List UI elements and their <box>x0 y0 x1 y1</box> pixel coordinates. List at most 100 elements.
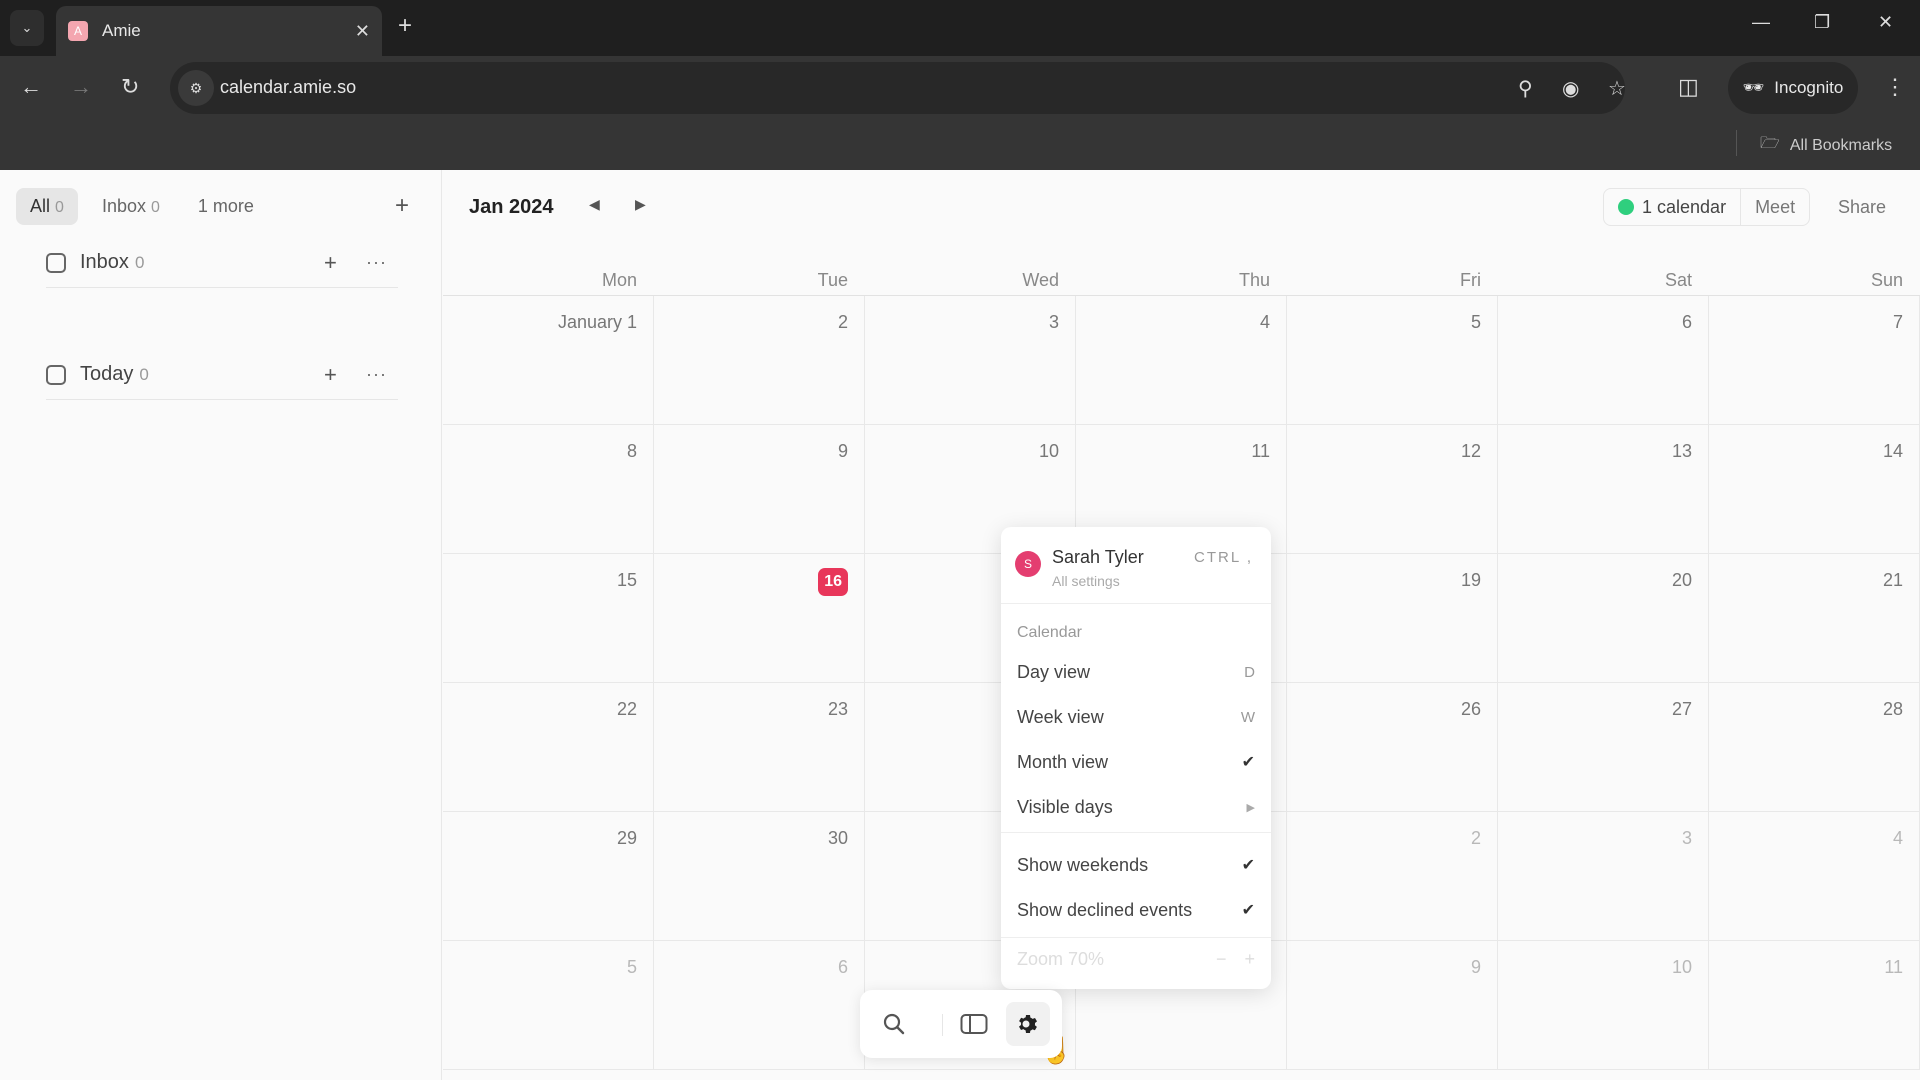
day-cell[interactable]: 4 <box>1076 296 1287 425</box>
reload-icon[interactable]: ↻ <box>121 74 139 100</box>
menu-item-show-weekends[interactable]: Show weekends ✔ <box>1017 849 1255 881</box>
day-cell[interactable]: 2 <box>654 296 865 425</box>
day-cell[interactable]: 27 <box>1498 683 1709 812</box>
gear-icon <box>1019 1015 1037 1033</box>
close-tab-icon[interactable]: ✕ <box>355 21 370 42</box>
tab-title: Amie <box>102 21 141 40</box>
date-number: 3 <box>1048 312 1059 332</box>
menu-item-day-view[interactable]: Day view D <box>1017 656 1255 688</box>
menu-item-show-declined-events[interactable]: Show declined events ✔ <box>1017 894 1255 926</box>
day-cell[interactable]: 29 <box>443 812 654 941</box>
inbox-more-button[interactable]: ··· <box>366 252 387 273</box>
date-number: 11 <box>1884 957 1903 977</box>
date-number: 2 <box>837 312 848 332</box>
menu-item-zoom[interactable]: Zoom 70% − + <box>1017 943 1255 975</box>
meet-button[interactable]: Meet <box>1740 189 1809 225</box>
day-cell[interactable]: 20 <box>1498 554 1709 683</box>
date-number: 13 <box>1671 441 1692 461</box>
eye-off-icon[interactable]: ◉ <box>1562 76 1579 101</box>
add-today-item-button[interactable]: + <box>324 362 337 388</box>
sidebar-tab-more[interactable]: 1 more <box>184 188 268 225</box>
day-cell[interactable]: 3 <box>1498 812 1709 941</box>
date-number: 5 <box>626 957 637 977</box>
day-cell[interactable]: 11 <box>1709 941 1920 1070</box>
day-cell[interactable]: 2 <box>1287 812 1498 941</box>
forward-icon[interactable]: → <box>70 74 92 100</box>
day-cell[interactable]: 15 <box>443 554 654 683</box>
amie-favicon-icon: A <box>68 21 88 41</box>
day-cell[interactable]: 12 <box>1287 425 1498 554</box>
new-tab-button[interactable]: + <box>398 12 412 40</box>
day-cell[interactable]: 28 <box>1709 683 1920 812</box>
settings-button[interactable] <box>1006 1002 1050 1046</box>
amie-app: All 0 Inbox 0 1 more + Inbox 0 + ··· Tod… <box>0 170 1920 1080</box>
day-cell[interactable]: 5 <box>1287 296 1498 425</box>
day-cell[interactable]: 6 <box>654 941 865 1070</box>
day-cell[interactable]: 4 <box>1709 812 1920 941</box>
day-cell[interactable]: 3 <box>865 296 1076 425</box>
next-month-button[interactable]: ▶ <box>635 196 646 213</box>
user-settings-item[interactable]: S Sarah Tyler All settings CTRL , <box>1015 543 1259 591</box>
day-cell[interactable]: 5 <box>443 941 654 1070</box>
side-panel-icon[interactable]: ◫ <box>1678 74 1699 100</box>
date-number: 29 <box>616 828 637 848</box>
star-icon[interactable]: ☆ <box>1608 76 1626 101</box>
tab-search-button[interactable]: ⌄ <box>10 10 44 46</box>
browser-menu-icon[interactable]: ⋮ <box>1884 74 1906 100</box>
incognito-badge[interactable]: 🕶 Incognito <box>1728 62 1858 114</box>
day-cell[interactable]: 13 <box>1498 425 1709 554</box>
day-cell[interactable]: 14 <box>1709 425 1920 554</box>
menu-item-month-view[interactable]: Month view ✔ <box>1017 746 1255 778</box>
back-icon[interactable]: ← <box>20 74 42 100</box>
zoom-in-button[interactable]: + <box>1244 949 1255 970</box>
day-cell[interactable]: 6 <box>1498 296 1709 425</box>
location-icon[interactable]: ⚲ <box>1518 76 1533 101</box>
day-cell[interactable]: 26 <box>1287 683 1498 812</box>
date-number: 4 <box>1259 312 1270 332</box>
menu-item-visible-days[interactable]: Visible days ▶ <box>1017 791 1255 823</box>
day-cell[interactable]: 23 <box>654 683 865 812</box>
day-cell[interactable]: 19 <box>1287 554 1498 683</box>
day-cell[interactable]: 22 <box>443 683 654 812</box>
date-number: 3 <box>1681 828 1692 848</box>
all-bookmarks-button[interactable]: 🗁 All Bookmarks <box>1760 132 1892 159</box>
day-cell[interactable]: 21 <box>1709 554 1920 683</box>
toolbar-divider <box>942 1014 943 1036</box>
browser-tab[interactable]: A Amie ✕ <box>56 6 382 56</box>
sidebar-section-inbox[interactable]: Inbox 0 + ··· <box>46 238 398 288</box>
sidebar-tab-all[interactable]: All 0 <box>16 188 78 225</box>
weekday-label: Mon <box>601 270 637 290</box>
sidebar-section-today[interactable]: Today 0 + ··· <box>46 350 398 400</box>
day-cell[interactable]: 9 <box>654 425 865 554</box>
weekday-label: Thu <box>1238 270 1270 290</box>
day-cell[interactable]: 30 <box>654 812 865 941</box>
day-cell[interactable]: 7 <box>1709 296 1920 425</box>
close-window-icon[interactable]: ✕ <box>1878 12 1893 33</box>
day-cell[interactable]: January 1 <box>443 296 654 425</box>
day-cell[interactable]: 10 <box>1498 941 1709 1070</box>
day-cell[interactable]: 9 <box>1287 941 1498 1070</box>
sidebar-toggle-icon <box>960 1014 988 1034</box>
search-button[interactable] <box>872 1002 916 1046</box>
today-icon <box>46 364 66 385</box>
add-inbox-item-button[interactable]: + <box>324 250 337 276</box>
day-cell[interactable]: 8 <box>443 425 654 554</box>
sidebar-tab-inbox[interactable]: Inbox 0 <box>88 188 174 225</box>
menu-item-week-view[interactable]: Week view W <box>1017 701 1255 733</box>
prev-month-button[interactable]: ◀ <box>589 196 600 213</box>
toggle-sidebar-button[interactable] <box>952 1002 996 1046</box>
url-text[interactable]: calendar.amie.so <box>220 77 356 98</box>
menu-divider <box>1001 603 1271 604</box>
inbox-icon <box>46 252 66 273</box>
share-button[interactable]: Share <box>1838 197 1886 218</box>
site-settings-icon[interactable]: ⚙ <box>178 70 214 106</box>
restore-icon[interactable]: ❐ <box>1814 12 1830 33</box>
today-more-button[interactable]: ··· <box>366 364 387 385</box>
minimize-icon[interactable]: — <box>1752 12 1770 33</box>
calendar-color-dot <box>1618 199 1634 215</box>
address-bar[interactable]: ⚙ calendar.amie.so ⚲ ◉ ☆ <box>170 62 1626 114</box>
day-cell[interactable]: 16 <box>654 554 865 683</box>
add-list-button[interactable]: + <box>395 192 409 220</box>
calendars-button[interactable]: 1 calendar <box>1604 189 1740 225</box>
zoom-out-button[interactable]: − <box>1216 949 1227 970</box>
